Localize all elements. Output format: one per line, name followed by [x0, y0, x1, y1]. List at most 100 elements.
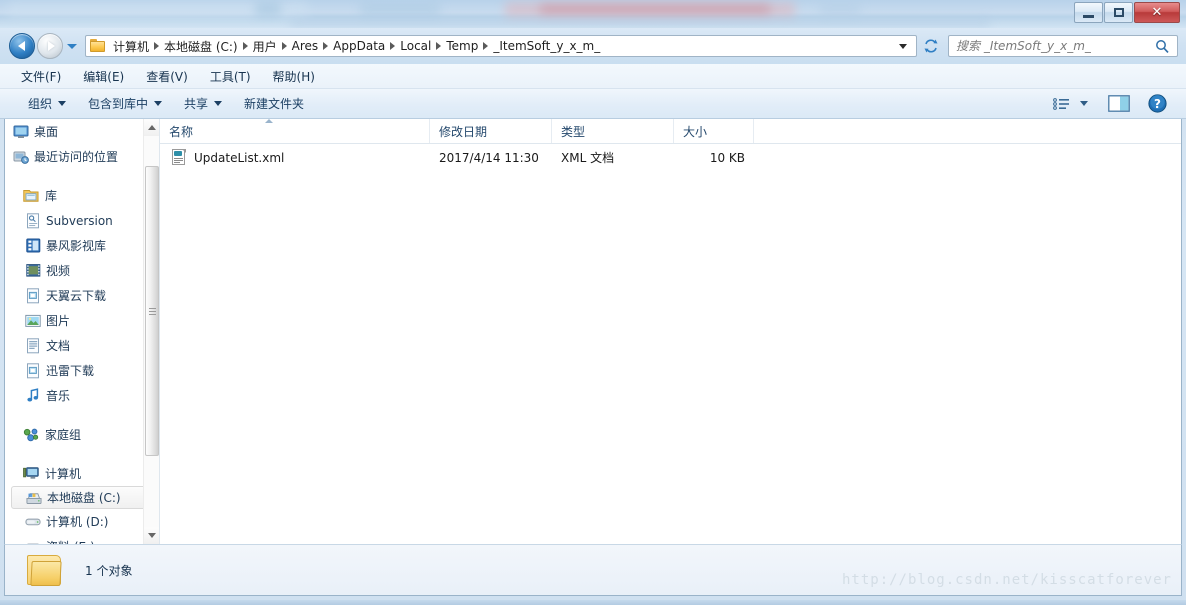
- sidebar-item-videos[interactable]: 视频: [5, 258, 159, 283]
- window-controls: ✕: [1073, 2, 1180, 24]
- search-box[interactable]: [948, 35, 1178, 57]
- pictures-icon: [25, 313, 41, 329]
- menu-item-file[interactable]: 文件(F): [12, 65, 70, 88]
- breadcrumb-item[interactable]: 计算机: [109, 36, 153, 57]
- scroll-up-button[interactable]: [144, 119, 159, 136]
- sidebar-item-subversion[interactable]: Subversion: [5, 208, 159, 233]
- file-name-cell[interactable]: UpdateList.xml: [160, 149, 430, 166]
- sidebar-item-drive-d[interactable]: 计算机 (D:): [5, 509, 159, 534]
- breadcrumb-item[interactable]: Temp: [442, 37, 482, 55]
- breadcrumb-chevron-right-icon[interactable]: [483, 42, 489, 50]
- column-header-type[interactable]: 类型: [552, 119, 674, 143]
- share-button[interactable]: 共享: [176, 91, 230, 116]
- xml-file-icon: [171, 149, 187, 166]
- sidebar-item-recent-places[interactable]: 最近访问的位置: [5, 144, 159, 169]
- address-bar[interactable]: 计算机 本地磁盘 (C:) 用户 Ares AppData Local Temp…: [85, 35, 917, 57]
- column-header-label: 类型: [561, 124, 586, 139]
- refresh-button[interactable]: [920, 35, 942, 57]
- breadcrumb-chevron-right-icon[interactable]: [281, 42, 287, 50]
- maximize-restore-button[interactable]: [1104, 2, 1133, 23]
- breadcrumb-chevron-right-icon[interactable]: [154, 42, 160, 50]
- sidebar-item-label: 最近访问的位置: [34, 150, 119, 164]
- folder-icon: [90, 39, 106, 53]
- address-chevron-down-icon[interactable]: [899, 43, 907, 49]
- breadcrumb-item[interactable]: Local: [396, 37, 435, 55]
- baofeng-library-icon: [25, 238, 41, 254]
- file-rows: UpdateList.xml 2017/4/14 11:30 XML 文档 10…: [160, 144, 1181, 544]
- breadcrumb-item[interactable]: 用户: [249, 36, 281, 57]
- sidebar-item-music[interactable]: 音乐: [5, 383, 159, 408]
- sidebar-item-computer[interactable]: 计算机: [5, 461, 159, 486]
- include-in-library-button[interactable]: 包含到库中: [80, 91, 170, 116]
- view-mode-dropdown-button[interactable]: [1075, 98, 1093, 109]
- breadcrumb-chevron-right-icon[interactable]: [242, 42, 248, 50]
- sidebar-item-label: 计算机 (D:): [46, 515, 109, 529]
- sidebar-item-baofeng-library[interactable]: 暴风影视库: [5, 233, 159, 258]
- file-list-pane: 名称 修改日期 类型 大小 UpdateList.xml 2017/4/14 1…: [159, 119, 1181, 544]
- recent-places-icon: [13, 149, 29, 165]
- column-header-label: 修改日期: [439, 124, 488, 139]
- menu-item-help[interactable]: 帮助(H): [264, 65, 324, 88]
- sidebar-item-drive-e[interactable]: 资料 (E:): [5, 534, 159, 544]
- forward-button[interactable]: [37, 33, 63, 59]
- organize-label: 组织: [28, 97, 53, 111]
- organize-button[interactable]: 组织: [20, 91, 74, 116]
- scrollbar-grip: [148, 306, 156, 317]
- chevron-down-icon: [154, 101, 163, 106]
- glass-blur-artifact: [820, 3, 860, 16]
- breadcrumb-chevron-right-icon[interactable]: [323, 42, 329, 50]
- sidebar-item-homegroup[interactable]: 家庭组: [5, 422, 159, 447]
- sidebar-item-label: 图片: [46, 314, 71, 328]
- sidebar-item-pictures[interactable]: 图片: [5, 308, 159, 333]
- view-mode-button[interactable]: [1047, 94, 1075, 114]
- tianyi-cloud-icon: [25, 287, 41, 304]
- breadcrumb-item[interactable]: 本地磁盘 (C:): [160, 36, 242, 57]
- scrollbar-thumb[interactable]: [145, 166, 159, 456]
- glass-blur-artifact: [360, 3, 440, 16]
- breadcrumb-chevron-right-icon[interactable]: [436, 42, 442, 50]
- minimize-button[interactable]: [1074, 2, 1103, 23]
- column-header-label: 名称: [169, 124, 194, 139]
- sidebar-item-libraries[interactable]: 库: [5, 183, 159, 208]
- breadcrumb-item[interactable]: _ItemSoft_y_x_m_: [489, 37, 604, 55]
- title-bar[interactable]: ✕: [0, 0, 1186, 28]
- close-button[interactable]: ✕: [1134, 2, 1180, 23]
- column-header-name[interactable]: 名称: [160, 119, 430, 143]
- back-button[interactable]: [9, 33, 35, 59]
- sidebar-scrollbar[interactable]: [143, 119, 159, 544]
- sidebar-item-label: 迅雷下载: [46, 364, 95, 378]
- sidebar-item-local-disk-c[interactable]: 本地磁盘 (C:): [11, 486, 155, 509]
- menu-bar: 文件(F) 编辑(E) 查看(V) 工具(T) 帮助(H): [0, 64, 1186, 89]
- recent-pages-chevron-down-icon[interactable]: [67, 43, 77, 49]
- sidebar-item-label: 桌面: [34, 125, 59, 139]
- menu-item-tools[interactable]: 工具(T): [201, 65, 260, 88]
- command-toolbar: 组织 包含到库中 共享 新建文件夹 ?: [0, 89, 1186, 119]
- sidebar-item-thunder-download[interactable]: 迅雷下载: [5, 358, 159, 383]
- column-header-row: 名称 修改日期 类型 大小: [160, 119, 1181, 144]
- breadcrumb-item[interactable]: AppData: [329, 37, 389, 55]
- subversion-icon: [25, 212, 41, 229]
- restore-icon: [1113, 8, 1124, 17]
- sidebar-item-documents[interactable]: 文档: [5, 333, 159, 358]
- menu-item-view[interactable]: 查看(V): [137, 65, 197, 88]
- sidebar-item-tianyi-cloud-download[interactable]: 天翼云下载: [5, 283, 159, 308]
- watermark-text: http://blog.csdn.net/kisscatforever: [841, 572, 1172, 588]
- preview-pane-button[interactable]: [1103, 92, 1135, 115]
- table-row[interactable]: UpdateList.xml 2017/4/14 11:30 XML 文档 10…: [160, 144, 1181, 171]
- sidebar-item-desktop[interactable]: 桌面: [5, 119, 159, 144]
- column-header-size[interactable]: 大小: [674, 119, 754, 143]
- breadcrumb-chevron-right-icon[interactable]: [390, 42, 396, 50]
- navigation-pane: 桌面 最近访问的位置 库 Subversion 暴风影视库 视频 天翼云下载 图…: [5, 119, 159, 544]
- search-input[interactable]: [949, 39, 1155, 53]
- column-header-blank[interactable]: [754, 119, 1181, 143]
- status-bar: 1 个对象: [4, 544, 1182, 596]
- scroll-down-button[interactable]: [144, 527, 159, 544]
- new-folder-button[interactable]: 新建文件夹: [236, 91, 312, 116]
- menu-item-edit[interactable]: 编辑(E): [74, 65, 133, 88]
- breadcrumb-item[interactable]: Ares: [288, 37, 323, 55]
- column-header-modified-date[interactable]: 修改日期: [430, 119, 552, 143]
- help-button[interactable]: ?: [1143, 91, 1172, 116]
- sidebar-item-label: 音乐: [46, 389, 71, 403]
- sidebar-item-label: 视频: [46, 264, 71, 278]
